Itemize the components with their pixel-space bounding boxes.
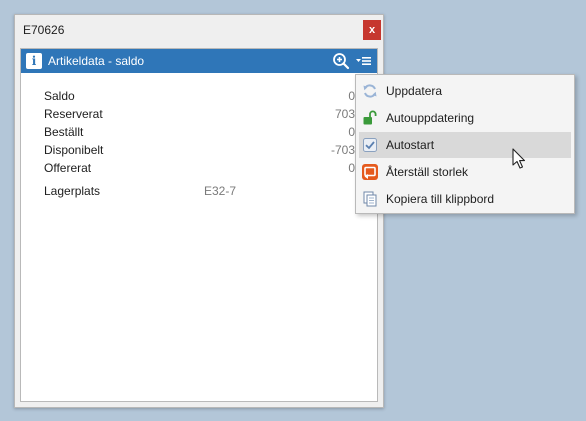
unlock-icon — [363, 110, 377, 125]
row-value: -703 — [330, 143, 355, 157]
row-value: 0 — [348, 161, 355, 175]
row-value: 0 — [348, 125, 355, 139]
info-icon-glyph: i — [31, 54, 37, 68]
row-label: Beställt — [44, 125, 84, 139]
row-saldo: Saldo 0 — [21, 87, 379, 105]
mouse-cursor-icon — [512, 148, 526, 169]
close-button[interactable]: x — [363, 20, 381, 40]
row-lagerplats: Lagerplats E32-7 — [21, 182, 379, 200]
panel-header: i Artikeldata - saldo — [21, 49, 377, 73]
menu-dropdown-icon[interactable] — [356, 54, 372, 68]
clipboard-icon — [363, 191, 377, 207]
reset-size-icon — [362, 164, 378, 180]
menu-item-label: Återställ storlek — [386, 165, 469, 179]
row-label: Disponibelt — [44, 143, 104, 157]
app-window: E70626 x i Artikeldata - saldo Saldo 0 R… — [14, 14, 384, 408]
row-label: Saldo — [44, 89, 75, 103]
window-titlebar[interactable]: E70626 x — [15, 15, 383, 45]
info-icon: i — [26, 53, 42, 69]
menu-item-label: Kopiera till klippbord — [386, 192, 495, 206]
menu-item-autostart[interactable]: Autostart — [359, 132, 571, 158]
saldo-panel: i Artikeldata - saldo Saldo 0 Reserverat… — [20, 48, 378, 402]
row-offererat: Offererat 0 — [21, 159, 379, 177]
refresh-icon — [363, 84, 377, 98]
menu-item-label: Autouppdatering — [386, 111, 475, 125]
menu-item-kopiera[interactable]: Kopiera till klippbord — [359, 186, 571, 212]
checkbox-checked-icon — [363, 138, 377, 152]
zoom-in-icon[interactable] — [332, 52, 350, 70]
location-label: Lagerplats — [44, 184, 101, 198]
menu-item-aterstall-storlek[interactable]: Återställ storlek — [359, 159, 571, 185]
row-value: 703 — [334, 107, 355, 121]
menu-item-label: Uppdatera — [386, 84, 443, 98]
context-menu: Uppdatera Autouppdatering Autostart Åter… — [355, 74, 575, 214]
row-bestallt: Beställt 0 — [21, 123, 379, 141]
row-reserverat: Reserverat 703 — [21, 105, 379, 123]
menu-item-uppdatera[interactable]: Uppdatera — [359, 78, 571, 104]
row-label: Offererat — [44, 161, 92, 175]
window-title: E70626 — [23, 23, 65, 37]
menu-item-label: Autostart — [386, 138, 435, 152]
menu-item-autouppdatering[interactable]: Autouppdatering — [359, 105, 571, 131]
row-disponibelt: Disponibelt -703 — [21, 141, 379, 159]
row-label: Reserverat — [44, 107, 103, 121]
row-value: 0 — [348, 89, 355, 103]
location-value: E32-7 — [204, 184, 237, 198]
panel-title: Artikeldata - saldo — [48, 54, 145, 68]
